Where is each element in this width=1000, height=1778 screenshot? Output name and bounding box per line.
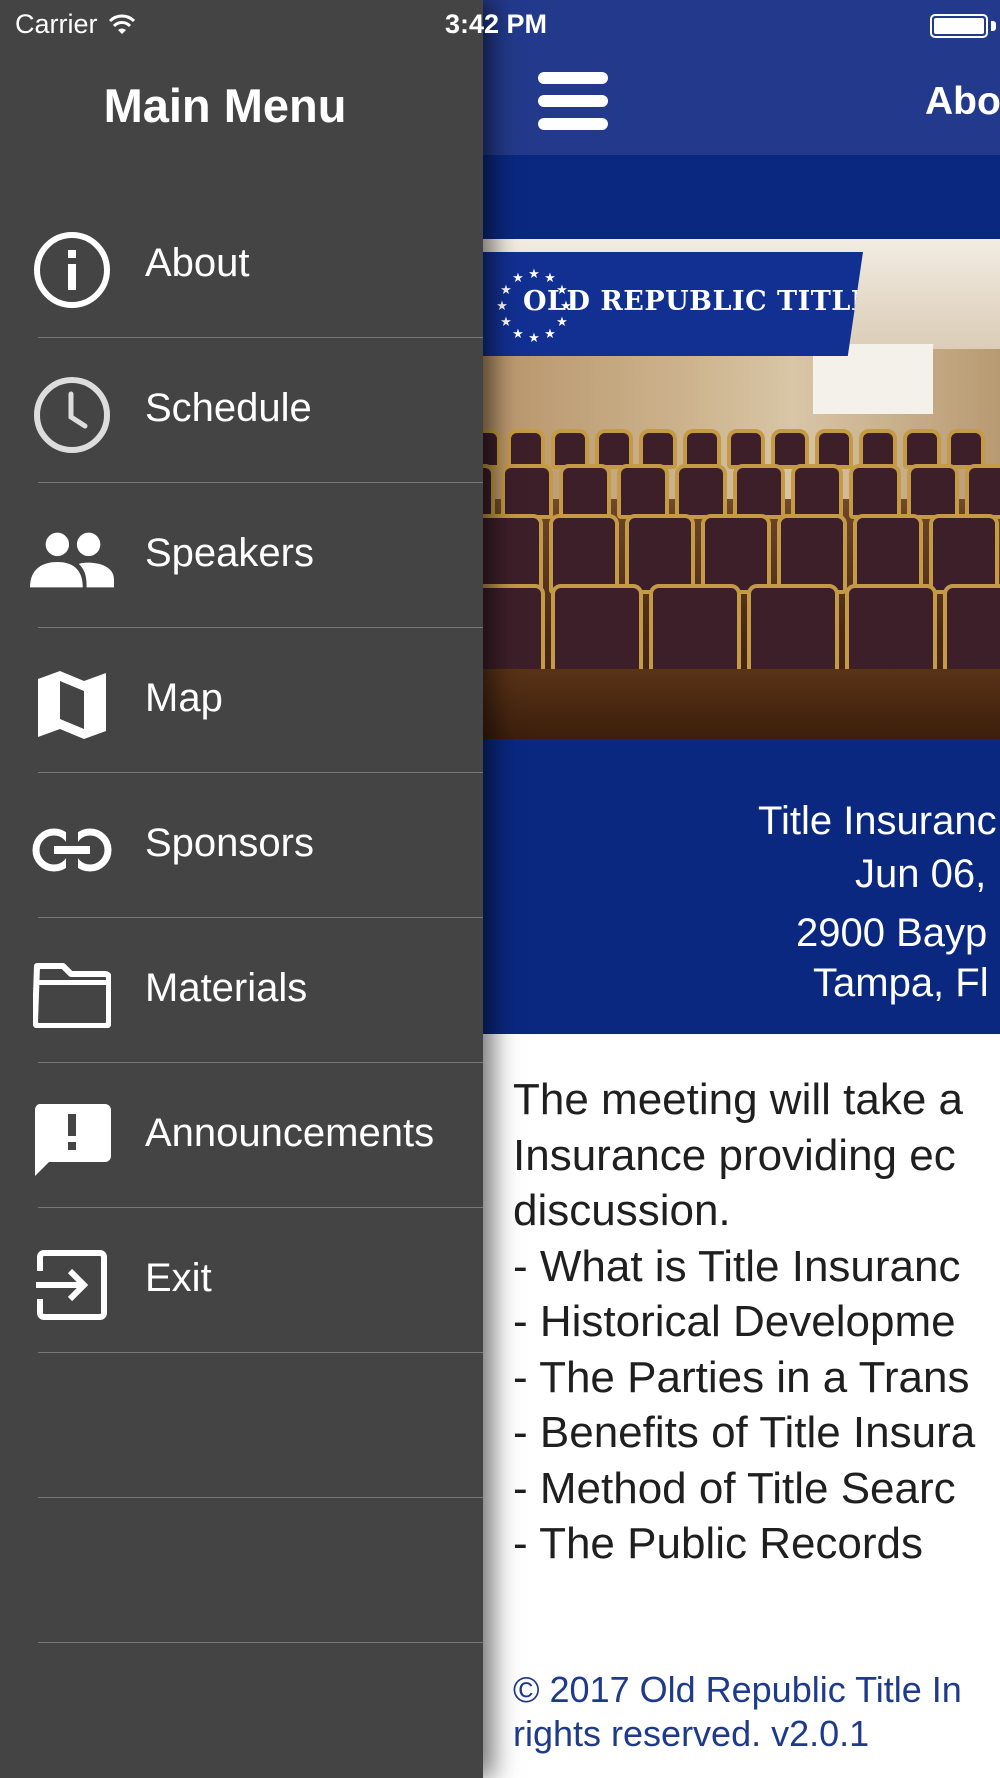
description-line: - The Parties in a Trans [513,1352,970,1402]
map-icon [30,663,114,747]
menu-item-about[interactable]: About [0,193,483,338]
link-icon [30,808,114,892]
event-description: The meeting will take a Insurance provid… [513,1072,975,1572]
footer-line: rights reserved. v2.0.1 [513,1713,870,1754]
menu-item-map[interactable]: Map [0,628,483,773]
menu-label-speakers: Speakers [145,531,314,575]
menu-label-sponsors: Sponsors [145,821,314,865]
menu-label-map: Map [145,676,223,720]
folder-icon [30,953,114,1037]
carrier-indicator: Carrier [15,9,136,40]
side-drawer: Main Menu About Schedule Speakers Map Sp… [0,0,483,1778]
description-line: discussion. [513,1186,731,1235]
svg-text:★: ★ [556,315,568,330]
menu-item-empty-1 [0,1353,483,1498]
menu-label-about: About [145,241,250,285]
description-line: Insurance providing ec [513,1130,956,1180]
carrier-label: Carrier [15,9,98,39]
event-info-panel: Title Insuranc Jun 06, 2900 Bayp Tampa, … [483,739,1000,1034]
nav-title: Abo [925,80,1000,123]
menu-item-announcements[interactable]: Announcements [0,1063,483,1208]
menu-item-schedule[interactable]: Schedule [0,338,483,483]
footer-line: © 2017 Old Republic Title In [513,1669,962,1710]
menu-item-empty-2 [0,1498,483,1643]
company-logo: ★ ★ ★ ★ ★ ★ ★ ★ ★ ★ ★ ★ OLD REPUBLIC TIT… [483,252,863,356]
description-line: - Benefits of Title Insura [513,1408,976,1457]
description-line: - The Public Records [513,1519,924,1568]
info-icon [30,228,114,312]
menu-item-materials[interactable]: Materials [0,918,483,1063]
status-bar: Carrier 3:42 PM [0,0,1000,50]
menu-label-materials: Materials [145,966,308,1010]
hamburger-menu-icon[interactable] [538,72,608,130]
svg-text:★: ★ [544,271,556,286]
menu-label-schedule: Schedule [145,386,312,430]
main-content: Abo ★ ★ ★ ★ ★ ★ ★ ★ ★ ★ ★ ★ OLD REPUBLIC… [483,0,1000,1778]
exit-icon [30,1243,114,1327]
menu-label-exit: Exit [145,1256,212,1300]
description-line: The meeting will take a [513,1075,963,1124]
battery-tip [991,21,996,31]
menu-item-exit[interactable]: Exit [0,1208,483,1353]
event-date: Jun 06, [855,852,987,896]
people-icon [30,518,114,602]
svg-text:★: ★ [512,327,524,342]
menu-item-speakers[interactable]: Speakers [0,483,483,628]
menu-item-sponsors[interactable]: Sponsors [0,773,483,918]
svg-text:★: ★ [544,327,556,342]
clock-icon [30,373,114,457]
menu-label-announcements: Announcements [145,1111,435,1155]
drawer-title: Main Menu [103,79,347,132]
copyright-footer: © 2017 Old Republic Title In rights rese… [513,1668,962,1756]
battery-icon [930,14,988,38]
svg-text:★: ★ [528,267,540,282]
announcement-icon [30,1098,114,1182]
svg-text:★: ★ [496,299,508,314]
svg-text:★: ★ [528,331,540,344]
description-line: - Historical Developme [513,1297,956,1346]
header-band [483,155,1000,239]
svg-text:★: ★ [500,315,512,330]
event-address-line2: Tampa, Fl [813,961,989,1005]
event-address-line1: 2900 Bayp [796,911,988,955]
event-title: Title Insuranc [758,799,997,843]
status-time: 3:42 PM [445,9,548,39]
description-line: - What is Title Insuranc [513,1241,961,1291]
description-line: - Method of Title Searc [513,1463,956,1513]
wifi-icon [108,14,135,34]
svg-text:★: ★ [512,271,524,286]
menu-divider [38,1642,483,1643]
svg-text:★: ★ [500,283,512,298]
logo-text: OLD REPUBLIC TITLE [523,286,872,317]
